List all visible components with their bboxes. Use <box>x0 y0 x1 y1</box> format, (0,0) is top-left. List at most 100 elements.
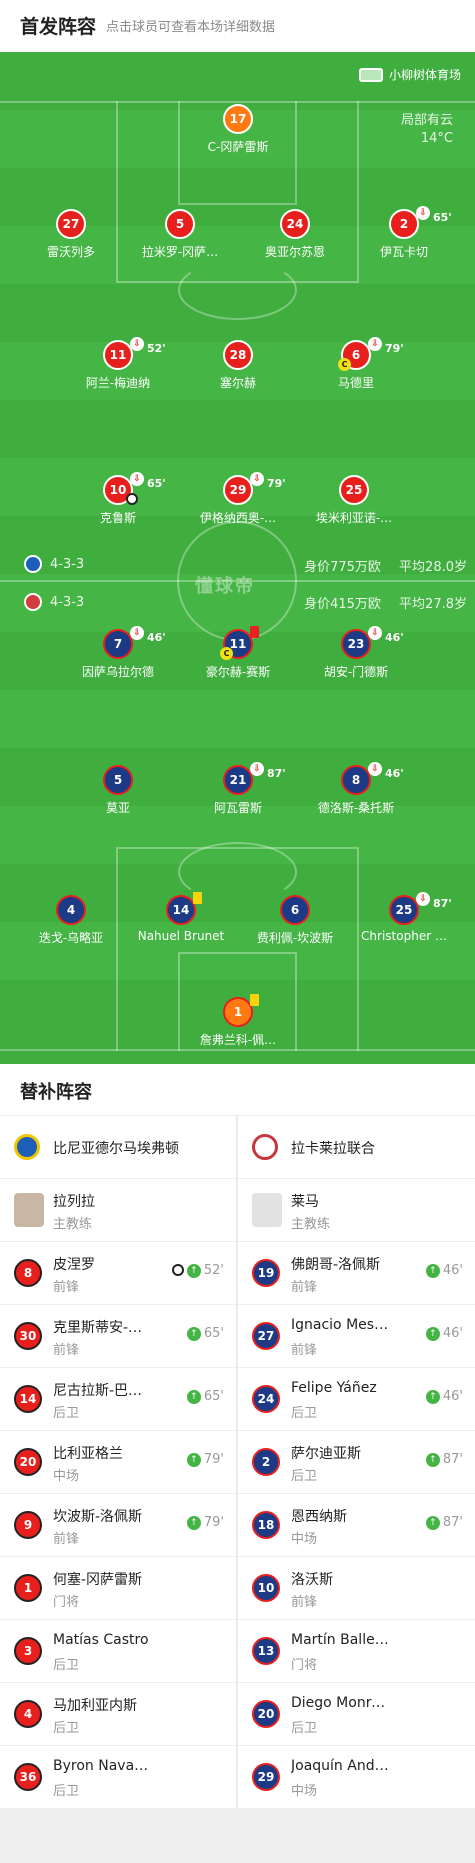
sub-player-row[interactable]: 14 尼古拉斯-巴… 后卫 ↑ 65' <box>0 1368 236 1431</box>
sub-player-row[interactable]: 20 比利亚格兰 中场 ↑ 79' <box>0 1431 236 1494</box>
sub-player-row[interactable]: 29 Joaquín Andr… 中场 <box>238 1746 475 1809</box>
sub-out-icon: ⇩ <box>130 626 144 640</box>
player-name: 迭戈-乌略亚 <box>38 931 104 945</box>
home-player-17[interactable]: 17 C-冈萨雷斯 <box>178 104 298 155</box>
sub-player-row[interactable]: 27 Ignacio Mesías 前锋 ↑ 46' <box>238 1305 475 1368</box>
coach-role: 主教练 <box>291 1217 331 1232</box>
away-player-7[interactable]: 7 ⇩ 46' 因萨乌拉尔德 <box>58 626 178 680</box>
sub-minute: 46' <box>385 767 404 780</box>
sub-player-number: 20 <box>14 1448 42 1476</box>
sub-player-name: Ignacio Mesías <box>291 1317 391 1333</box>
player-name: 胡安-门德斯 <box>323 665 389 679</box>
sub-in-time: ↑ 46' <box>425 1389 463 1404</box>
home-player-27[interactable]: 27 雷沃列多 <box>11 209 131 260</box>
sub-player-name: 皮涅罗 <box>53 1257 95 1273</box>
home-player-24[interactable]: 24 奥亚尔苏恩 <box>235 209 355 260</box>
away-coach-row[interactable]: 莱马 主教练 <box>238 1179 475 1242</box>
sub-player-row[interactable]: 19 佛朗哥-洛佩斯 前锋 ↑ 46' <box>238 1242 475 1305</box>
away-player-14[interactable]: 14 Nahuel Brunet <box>121 892 241 943</box>
sub-player-position: 门将 <box>291 1658 318 1673</box>
home-team-logo-icon <box>14 1134 40 1160</box>
sub-player-row[interactable]: 20 Diego Monreal 后卫 <box>238 1683 475 1746</box>
away-player-21[interactable]: 21 ⇩ 87' 阿瓦雷斯 <box>178 762 298 816</box>
away-player-25[interactable]: 25 ⇩ 87' Christopher … <box>344 892 464 943</box>
sub-minute: 87' <box>442 1452 463 1467</box>
sub-player-number: 8 <box>14 1259 42 1287</box>
player-number: 25 ⇩ 87' <box>389 892 452 925</box>
sub-player-row[interactable]: 10 洛沃斯 前锋 <box>238 1557 475 1620</box>
sub-in-time: ↑ 46' <box>425 1263 463 1278</box>
player-number: 6 ⇩ 79' C <box>338 337 404 371</box>
player-number-text: 21 <box>229 773 247 787</box>
sub-minute: 79' <box>267 477 286 490</box>
away-player-1[interactable]: 1 詹弗兰科-佩… <box>178 994 298 1048</box>
home-team-row: 比尼亚德尔马埃弗顿 <box>0 1116 236 1179</box>
sub-player-row[interactable]: 30 克里斯蒂安-… 前锋 ↑ 65' <box>0 1305 236 1368</box>
sub-minute: 46' <box>442 1326 463 1341</box>
player-number-text: 5 <box>175 217 185 231</box>
home-player-2[interactable]: 2 ⇩ 65' 伊瓦卡切 <box>344 206 464 260</box>
sub-player-row[interactable]: 9 坎波斯-洛佩斯 前锋 ↑ 79' <box>0 1494 236 1557</box>
sub-player-row[interactable]: 24 Felipe Yáñez 后卫 ↑ 46' <box>238 1368 475 1431</box>
player-number-text: 29 <box>229 483 247 497</box>
home-subs-column: 比尼亚德尔马埃弗顿 拉列拉 主教练 8 皮涅罗 前锋 ↑ 52' 30 克里斯蒂安… <box>0 1116 237 1809</box>
yellow-card-icon <box>250 994 259 1006</box>
sub-player-position: 前锋 <box>291 1343 318 1358</box>
player-number: 11 ⇩ 52' <box>103 337 166 370</box>
sub-player-row[interactable]: 36 Byron Navarro 后卫 <box>0 1746 236 1809</box>
player-name: 詹弗兰科-佩… <box>199 1033 277 1047</box>
sub-player-row[interactable]: 3 Matías Castro 后卫 <box>0 1620 236 1683</box>
sub-player-position: 后卫 <box>53 1784 80 1799</box>
sub-in-icon: ↑ <box>186 1515 201 1530</box>
sub-player-position: 门将 <box>53 1595 80 1610</box>
home-player-10[interactable]: 10 ⇩ 65' 克鲁斯 <box>58 472 178 526</box>
sub-player-position: 前锋 <box>53 1532 80 1547</box>
home-coach-row[interactable]: 拉列拉 主教练 <box>0 1179 236 1242</box>
sub-player-row[interactable]: 13 Martín Ballest… 门将 <box>238 1620 475 1683</box>
player-number: 10 ⇩ 65' <box>103 472 166 505</box>
player-number: 23 ⇩ 46' <box>341 626 404 659</box>
sub-player-position: 后卫 <box>53 1406 80 1421</box>
sub-minute: 46' <box>442 1263 463 1278</box>
away-player-23[interactable]: 23 ⇩ 46' 胡安-门德斯 <box>296 626 416 680</box>
home-team-value: 身价775万欧 <box>304 560 381 575</box>
sub-in-time: ↑ 79' <box>186 1515 224 1530</box>
sub-minute: 46' <box>147 631 166 644</box>
player-name: 伊瓦卡切 <box>379 245 428 259</box>
home-player-25[interactable]: 25 埃米利亚诺-… <box>294 475 414 526</box>
away-player-6[interactable]: 6 费利佩-坎波斯 <box>235 895 355 946</box>
home-player-6[interactable]: 6 ⇩ 79' C 马德里 <box>296 337 416 391</box>
sub-player-row[interactable]: 2 萨尔迪亚斯 后卫 ↑ 87' <box>238 1431 475 1494</box>
sub-player-row[interactable]: 8 皮涅罗 前锋 ↑ 52' <box>0 1242 236 1305</box>
home-player-11[interactable]: 11 ⇩ 52' 阿兰-梅迪纳 <box>58 337 178 391</box>
away-player-5[interactable]: 5 莫亚 <box>58 765 178 816</box>
player-number-text: 14 <box>172 903 190 917</box>
sub-in-icon: ↑ <box>425 1515 440 1530</box>
sub-player-number: 10 <box>252 1574 280 1602</box>
home-player-28[interactable]: 28 塞尔赫 <box>178 340 298 391</box>
sub-player-row[interactable]: 1 何塞-冈萨雷斯 门将 <box>0 1557 236 1620</box>
home-player-5[interactable]: 5 拉米罗-冈萨… <box>120 209 240 260</box>
player-name: 德洛斯-桑托斯 <box>317 801 395 815</box>
player-number-text: 2 <box>399 217 409 231</box>
home-player-29[interactable]: 29 ⇩ 79' 伊格纳西奥-… <box>178 472 298 526</box>
sub-player-number: 14 <box>14 1385 42 1413</box>
away-player-4[interactable]: 4 迭戈-乌略亚 <box>11 895 131 946</box>
sub-player-row[interactable]: 18 恩西纳斯 中场 ↑ 87' <box>238 1494 475 1557</box>
coach-name: 拉列拉 <box>53 1194 95 1210</box>
sub-player-row[interactable]: 4 马加利亚内斯 后卫 <box>0 1683 236 1746</box>
player-number: 21 ⇩ 87' <box>223 762 286 795</box>
sub-out-icon: ⇩ <box>416 206 430 220</box>
coach-avatar <box>14 1193 44 1227</box>
weather: 局部有云 14°C <box>401 112 453 148</box>
sub-in-time: ↑ 46' <box>425 1326 463 1341</box>
sub-player-name: 萨尔迪亚斯 <box>291 1446 361 1462</box>
away-player-11[interactable]: 11 C 豪尔赫-赛斯 <box>178 626 298 680</box>
subs-header: 替补阵容 <box>0 1064 475 1116</box>
sub-out-icon: ⇩ <box>416 892 430 906</box>
sub-minute: 65' <box>147 477 166 490</box>
away-player-8[interactable]: 8 ⇩ 46' 德洛斯-桑托斯 <box>296 762 416 816</box>
sub-minute: 79' <box>203 1515 224 1530</box>
player-number: 27 <box>56 209 86 239</box>
player-number-text: 11 <box>229 637 247 651</box>
